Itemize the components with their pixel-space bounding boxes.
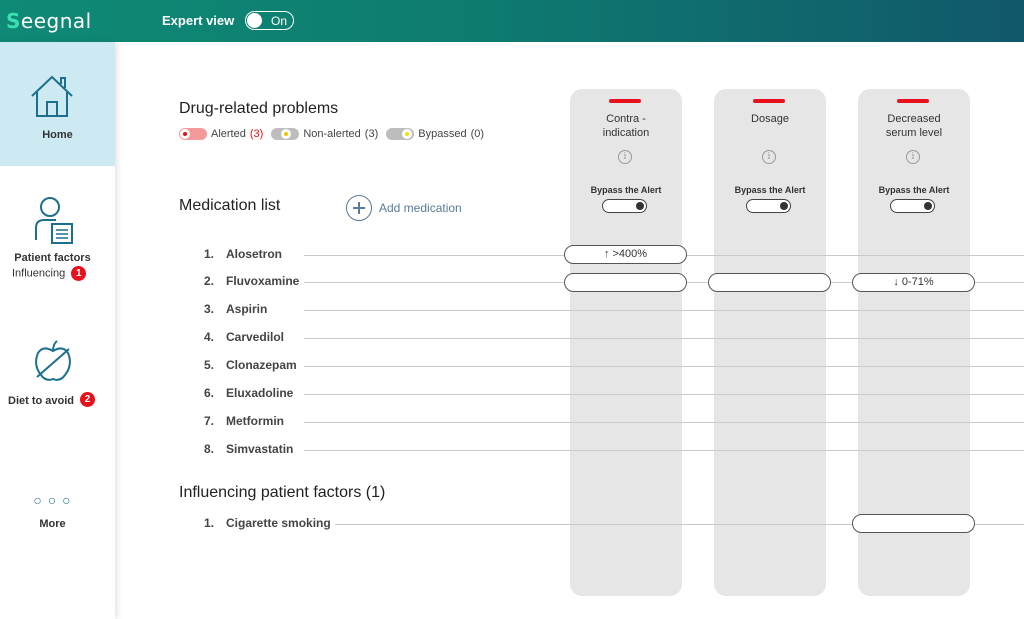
medication-name: Clonazepam (226, 358, 301, 372)
sidebar-item-more[interactable]: ○ ○ ○ More (0, 492, 115, 537)
medication-list-title: Medication list (179, 197, 281, 214)
info-icon[interactable]: i (906, 150, 920, 164)
column-title: Contra - indication (602, 113, 650, 139)
row-line (304, 338, 1024, 339)
bypassed-toggle-icon (386, 128, 415, 140)
sidebar-item-patient-factors-label: Patient factors (14, 252, 91, 264)
column-title: Decreased serum level (885, 113, 943, 139)
medication-row[interactable]: 4. Carvedilol (204, 329, 1024, 347)
row-line (304, 310, 1024, 311)
row-number: 3. (204, 302, 215, 316)
medication-name: Metformin (226, 414, 288, 428)
info-icon[interactable]: i (762, 150, 776, 164)
diet-badge: 2 (80, 392, 96, 408)
home-icon (31, 75, 73, 117)
medication-name: Fluvoxamine (226, 274, 304, 288)
diet-label-row: Diet to avoid 2 (8, 391, 118, 409)
row-line (304, 366, 1024, 367)
sidebar-item-diet-label: Diet to avoid (8, 395, 75, 407)
expert-view-label: Expert view (162, 13, 235, 28)
medication-row[interactable]: 8. Simvastatin (204, 441, 1024, 459)
top-bar: Seegnal Expert view On (0, 0, 1024, 42)
row-line (304, 422, 1024, 423)
sidebar-item-diet[interactable]: Diet to avoid 2 (0, 337, 115, 412)
patient-factors-sub: Influencing 1 (12, 266, 117, 281)
non-alerted-toggle-icon (271, 128, 300, 140)
row-number: 5. (204, 358, 215, 372)
medication-name: Carvedilol (226, 330, 289, 344)
expert-view-toggle[interactable]: On (245, 11, 294, 30)
row-number: 7. (204, 414, 215, 428)
sidebar-item-more-label: More (39, 518, 66, 530)
alert-indicator (753, 99, 785, 103)
drug-related-problems-title: Drug-related problems (179, 100, 339, 117)
legend-non-alerted-label: Non-alerted (303, 128, 361, 140)
row-number: 6. (204, 386, 215, 400)
medication-row[interactable]: 3. Aspirin (204, 301, 1024, 319)
add-medication-label: Add medication (379, 201, 462, 215)
row-line (304, 450, 1024, 451)
toggle-knob (247, 13, 262, 28)
medication-name: Alosetron (226, 247, 287, 261)
medication-name: Simvastatin (226, 442, 298, 456)
alert-cell-fluvoxamine-contraindication[interactable] (564, 273, 687, 292)
alert-cell-fluvoxamine-serum-level[interactable]: ↓ 0-71% (852, 273, 975, 292)
sidebar-item-home-label: Home (42, 129, 73, 141)
factor-name: Cigarette smoking (226, 516, 335, 530)
medication-row[interactable]: 7. Metformin (204, 413, 1024, 431)
alerted-toggle-icon (179, 128, 207, 140)
drp-legend: Alerted (3) Non-alerted (3) Bypassed (0) (179, 128, 492, 140)
more-icon: ○ ○ ○ (33, 492, 72, 508)
alert-cell-smoking-serum-level[interactable] (852, 514, 975, 533)
legend-non-alerted-count: (3) (364, 128, 379, 140)
row-number: 2. (204, 274, 215, 288)
medication-name: Aspirin (226, 302, 272, 316)
alert-indicator (609, 99, 641, 103)
legend-alerted-count: (3) (249, 128, 264, 140)
bypass-label: Bypass the Alert (878, 185, 950, 195)
row-number: 1. (204, 247, 215, 261)
legend-bypassed-label: Bypassed (418, 128, 467, 140)
influencing-factors-title: Influencing patient factors (1) (179, 484, 386, 501)
medication-row[interactable]: 6. Eluxadoline (204, 385, 1024, 403)
legend-alerted-label: Alerted (211, 128, 246, 140)
seegnal-logo[interactable]: Seegnal (6, 9, 92, 33)
legend-bypassed[interactable]: Bypassed (0) (386, 128, 484, 140)
info-icon[interactable]: i (618, 150, 632, 164)
patient-icon (35, 197, 73, 244)
bypass-toggle[interactable] (602, 199, 647, 213)
legend-alerted[interactable]: Alerted (3) (179, 128, 263, 140)
apple-icon (35, 340, 71, 381)
bypass-toggle[interactable] (890, 199, 935, 213)
bypass-toggle[interactable] (746, 199, 791, 213)
medication-name: Eluxadoline (226, 386, 298, 400)
bypass-label: Bypass the Alert (590, 185, 662, 195)
row-number: 4. (204, 330, 215, 344)
alert-cell-fluvoxamine-dosage[interactable] (708, 273, 831, 292)
column-title: Dosage (751, 113, 789, 125)
patient-factors-badge: 1 (71, 266, 87, 281)
bypass-label: Bypass the Alert (734, 185, 806, 195)
alert-cell-alosetron-contraindication[interactable]: ↑ >400% (564, 245, 687, 264)
legend-non-alerted[interactable]: Non-alerted (3) (271, 128, 378, 140)
sidebar: Home Patient factors Influencing 1 Diet t… (0, 42, 115, 619)
patient-factors-sub-label: Influencing (12, 267, 66, 280)
row-number: 1. (204, 516, 215, 530)
sidebar-item-patient-factors[interactable]: Patient factors Influencing 1 (0, 192, 115, 292)
plus-circle-icon (346, 195, 372, 221)
medication-row[interactable]: 5. Clonazepam (204, 357, 1024, 375)
toggle-state-text: On (271, 14, 288, 28)
add-medication-button[interactable]: Add medication (346, 195, 462, 221)
sidebar-item-home[interactable]: Home (0, 42, 115, 166)
alert-indicator (897, 99, 929, 103)
row-number: 8. (204, 442, 215, 456)
legend-bypassed-count: (0) (470, 128, 485, 140)
row-line (304, 394, 1024, 395)
